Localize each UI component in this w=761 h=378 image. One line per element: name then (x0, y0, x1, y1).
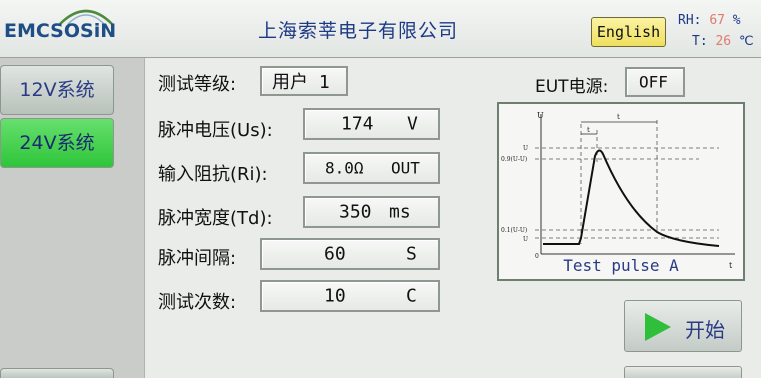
pulse-voltage-label: 脉冲电压(Us): (158, 120, 273, 141)
pulse-voltage-value: 174 (341, 113, 374, 135)
svg-text:0.1(U-U): 0.1(U-U) (501, 227, 527, 234)
company-name: 上海索莘电子有限公司 (258, 20, 459, 42)
pulse-voltage-unit: V (407, 113, 418, 135)
svg-text:t: t (587, 126, 590, 134)
input-impedance-field[interactable]: 8.0Ω OUT (303, 152, 440, 184)
input-impedance-unit: OUT (391, 158, 420, 178)
svg-text:U: U (537, 111, 544, 120)
pulse-waveform-diagram: U t t t U 0.9(U-U) 0.1(U-U) U 0 (501, 111, 735, 270)
logo: EMCSOSiN (4, 9, 154, 50)
test-count-value: 10 (324, 285, 346, 307)
input-impedance-label: 输入阻抗(Ri): (158, 164, 268, 185)
bottom-stub-button[interactable] (624, 366, 742, 378)
svg-text:U: U (523, 145, 528, 152)
temperature-readout: T: 26 ℃ (692, 34, 754, 49)
temperature-value: 26 (715, 34, 732, 49)
test-level-value: 用户 1 (272, 72, 330, 93)
test-count-label: 测试次数: (158, 292, 237, 313)
test-level-field[interactable]: 用户 1 (260, 66, 348, 96)
humidity-readout: RH: 67 % (678, 13, 741, 28)
humidity-unit: % (732, 13, 741, 28)
pulse-interval-label: 脉冲间隔: (158, 248, 237, 269)
environment-readout: RH: 67 % T: 26 ℃ (672, 9, 761, 53)
pulse-diagram-caption: Test pulse A (563, 256, 679, 275)
nav-stub-button[interactable] (0, 368, 114, 378)
test-count-unit: C (406, 285, 417, 307)
nav-12v-system[interactable]: 12V系统 (0, 65, 114, 115)
svg-text:0.9(U-U): 0.9(U-U) (501, 156, 527, 163)
pulse-interval-value: 60 (324, 243, 346, 265)
logo-text: EMCSOSiN (4, 20, 117, 42)
eut-power-value: OFF (639, 72, 668, 92)
language-button[interactable]: English (591, 17, 666, 47)
test-count-field[interactable]: 10 C (260, 280, 440, 312)
eut-power-toggle[interactable]: OFF (625, 67, 685, 97)
nav-24v-system[interactable]: 24V系统 (0, 118, 114, 168)
pulse-diagram: U t t t U 0.9(U-U) 0.1(U-U) U 0 Test pul… (497, 102, 745, 281)
svg-text:U: U (523, 236, 528, 243)
header-bar: EMCSOSiN 上海索莘电子有限公司 English RH: 67 % T: … (0, 0, 761, 58)
temperature-unit: ℃ (738, 34, 754, 49)
start-button-label: 开始 (685, 318, 725, 342)
play-icon (645, 313, 671, 341)
svg-text:t: t (617, 113, 620, 121)
pulse-width-unit: ms (389, 201, 411, 223)
test-level-label: 测试等级: (158, 74, 237, 95)
pulse-width-label: 脉冲宽度(Td): (158, 208, 273, 229)
pulse-voltage-field[interactable]: 174 V (303, 108, 440, 140)
eut-power-label: EUT电源: (535, 77, 609, 97)
input-impedance-value: 8.0Ω (325, 158, 364, 178)
humidity-label: RH: (678, 13, 702, 28)
pulse-interval-unit: S (406, 243, 417, 265)
start-button[interactable]: 开始 (624, 300, 742, 352)
pulse-width-value: 350 (339, 201, 372, 223)
humidity-value: 67 (709, 13, 725, 28)
temperature-label: T: (692, 34, 708, 49)
pulse-interval-field[interactable]: 60 S (260, 238, 440, 270)
pulse-width-field[interactable]: 350 ms (303, 196, 440, 228)
